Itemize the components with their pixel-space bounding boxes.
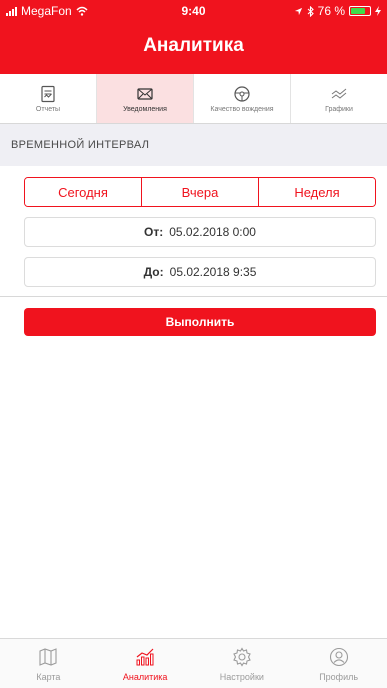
date-to-label: До: <box>143 265 164 279</box>
steering-wheel-icon <box>234 85 250 102</box>
tab-bar-label: Настройки <box>219 671 264 682</box>
analytics-tabs: Отчеты Уведомления Качество вождения Гра… <box>0 74 387 124</box>
date-from-field[interactable]: От: 05.02.2018 0:00 <box>24 217 376 247</box>
battery-percent: 76 % <box>317 4 345 18</box>
location-arrow-icon <box>294 7 302 15</box>
chart-line-icon <box>331 88 347 99</box>
section-title: ВРЕМЕННОЙ ИНТЕРВАЛ <box>11 139 150 151</box>
tab-bar-map[interactable]: Карта <box>0 639 97 688</box>
bluetooth-icon <box>307 5 314 17</box>
tab-charts[interactable]: Графики <box>291 74 387 123</box>
segment-yesterday[interactable]: Вчера <box>142 178 259 206</box>
tab-bar-settings[interactable]: Настройки <box>194 639 291 688</box>
settings-gear-icon <box>233 646 251 667</box>
navigation-bar: Аналитика <box>0 22 387 74</box>
date-from-value: 05.02.2018 0:00 <box>169 225 256 239</box>
date-to-field[interactable]: До: 05.02.2018 9:35 <box>24 257 376 287</box>
profile-icon <box>329 647 348 666</box>
charging-bolt-icon <box>375 6 381 16</box>
status-bar: MegaFon 9:40 76 % <box>0 0 387 22</box>
segment-today[interactable]: Сегодня <box>25 178 142 206</box>
tab-bar-label: Аналитика <box>122 671 168 682</box>
tab-label: Уведомления <box>123 105 167 113</box>
tab-bar-analytics[interactable]: Аналитика <box>97 639 194 688</box>
map-icon <box>39 647 57 666</box>
analytics-icon <box>136 648 154 665</box>
date-to-value: 05.02.2018 9:35 <box>169 265 257 279</box>
period-segmented-control: Сегодня Вчера Неделя <box>24 177 376 207</box>
tab-label: Отчеты <box>35 105 61 113</box>
tab-label: Качество вождения <box>210 105 274 113</box>
status-right: 76 % <box>294 4 381 18</box>
page-title: Аналитика <box>143 35 244 56</box>
divider <box>0 296 387 297</box>
report-icon <box>41 85 55 102</box>
run-button[interactable]: Выполнить <box>24 308 376 336</box>
date-from-label: От: <box>144 225 164 239</box>
tab-label: Графики <box>325 105 353 113</box>
envelope-icon <box>137 87 153 100</box>
bottom-tab-bar: Карта Аналитика Настройки Профиль <box>0 638 387 688</box>
tab-bar-label: Профиль <box>319 671 359 682</box>
tab-bar-label: Карта <box>36 671 61 682</box>
tab-bar-profile[interactable]: Профиль <box>290 639 387 688</box>
tab-reports[interactable]: Отчеты <box>0 74 97 123</box>
tab-driving-quality[interactable]: Качество вождения <box>194 74 291 123</box>
section-header: ВРЕМЕННОЙ ИНТЕРВАЛ <box>0 124 387 166</box>
tab-notifications[interactable]: Уведомления <box>97 74 194 123</box>
battery-icon <box>349 6 371 16</box>
segment-week[interactable]: Неделя <box>259 178 375 206</box>
battery-fill <box>351 8 365 14</box>
